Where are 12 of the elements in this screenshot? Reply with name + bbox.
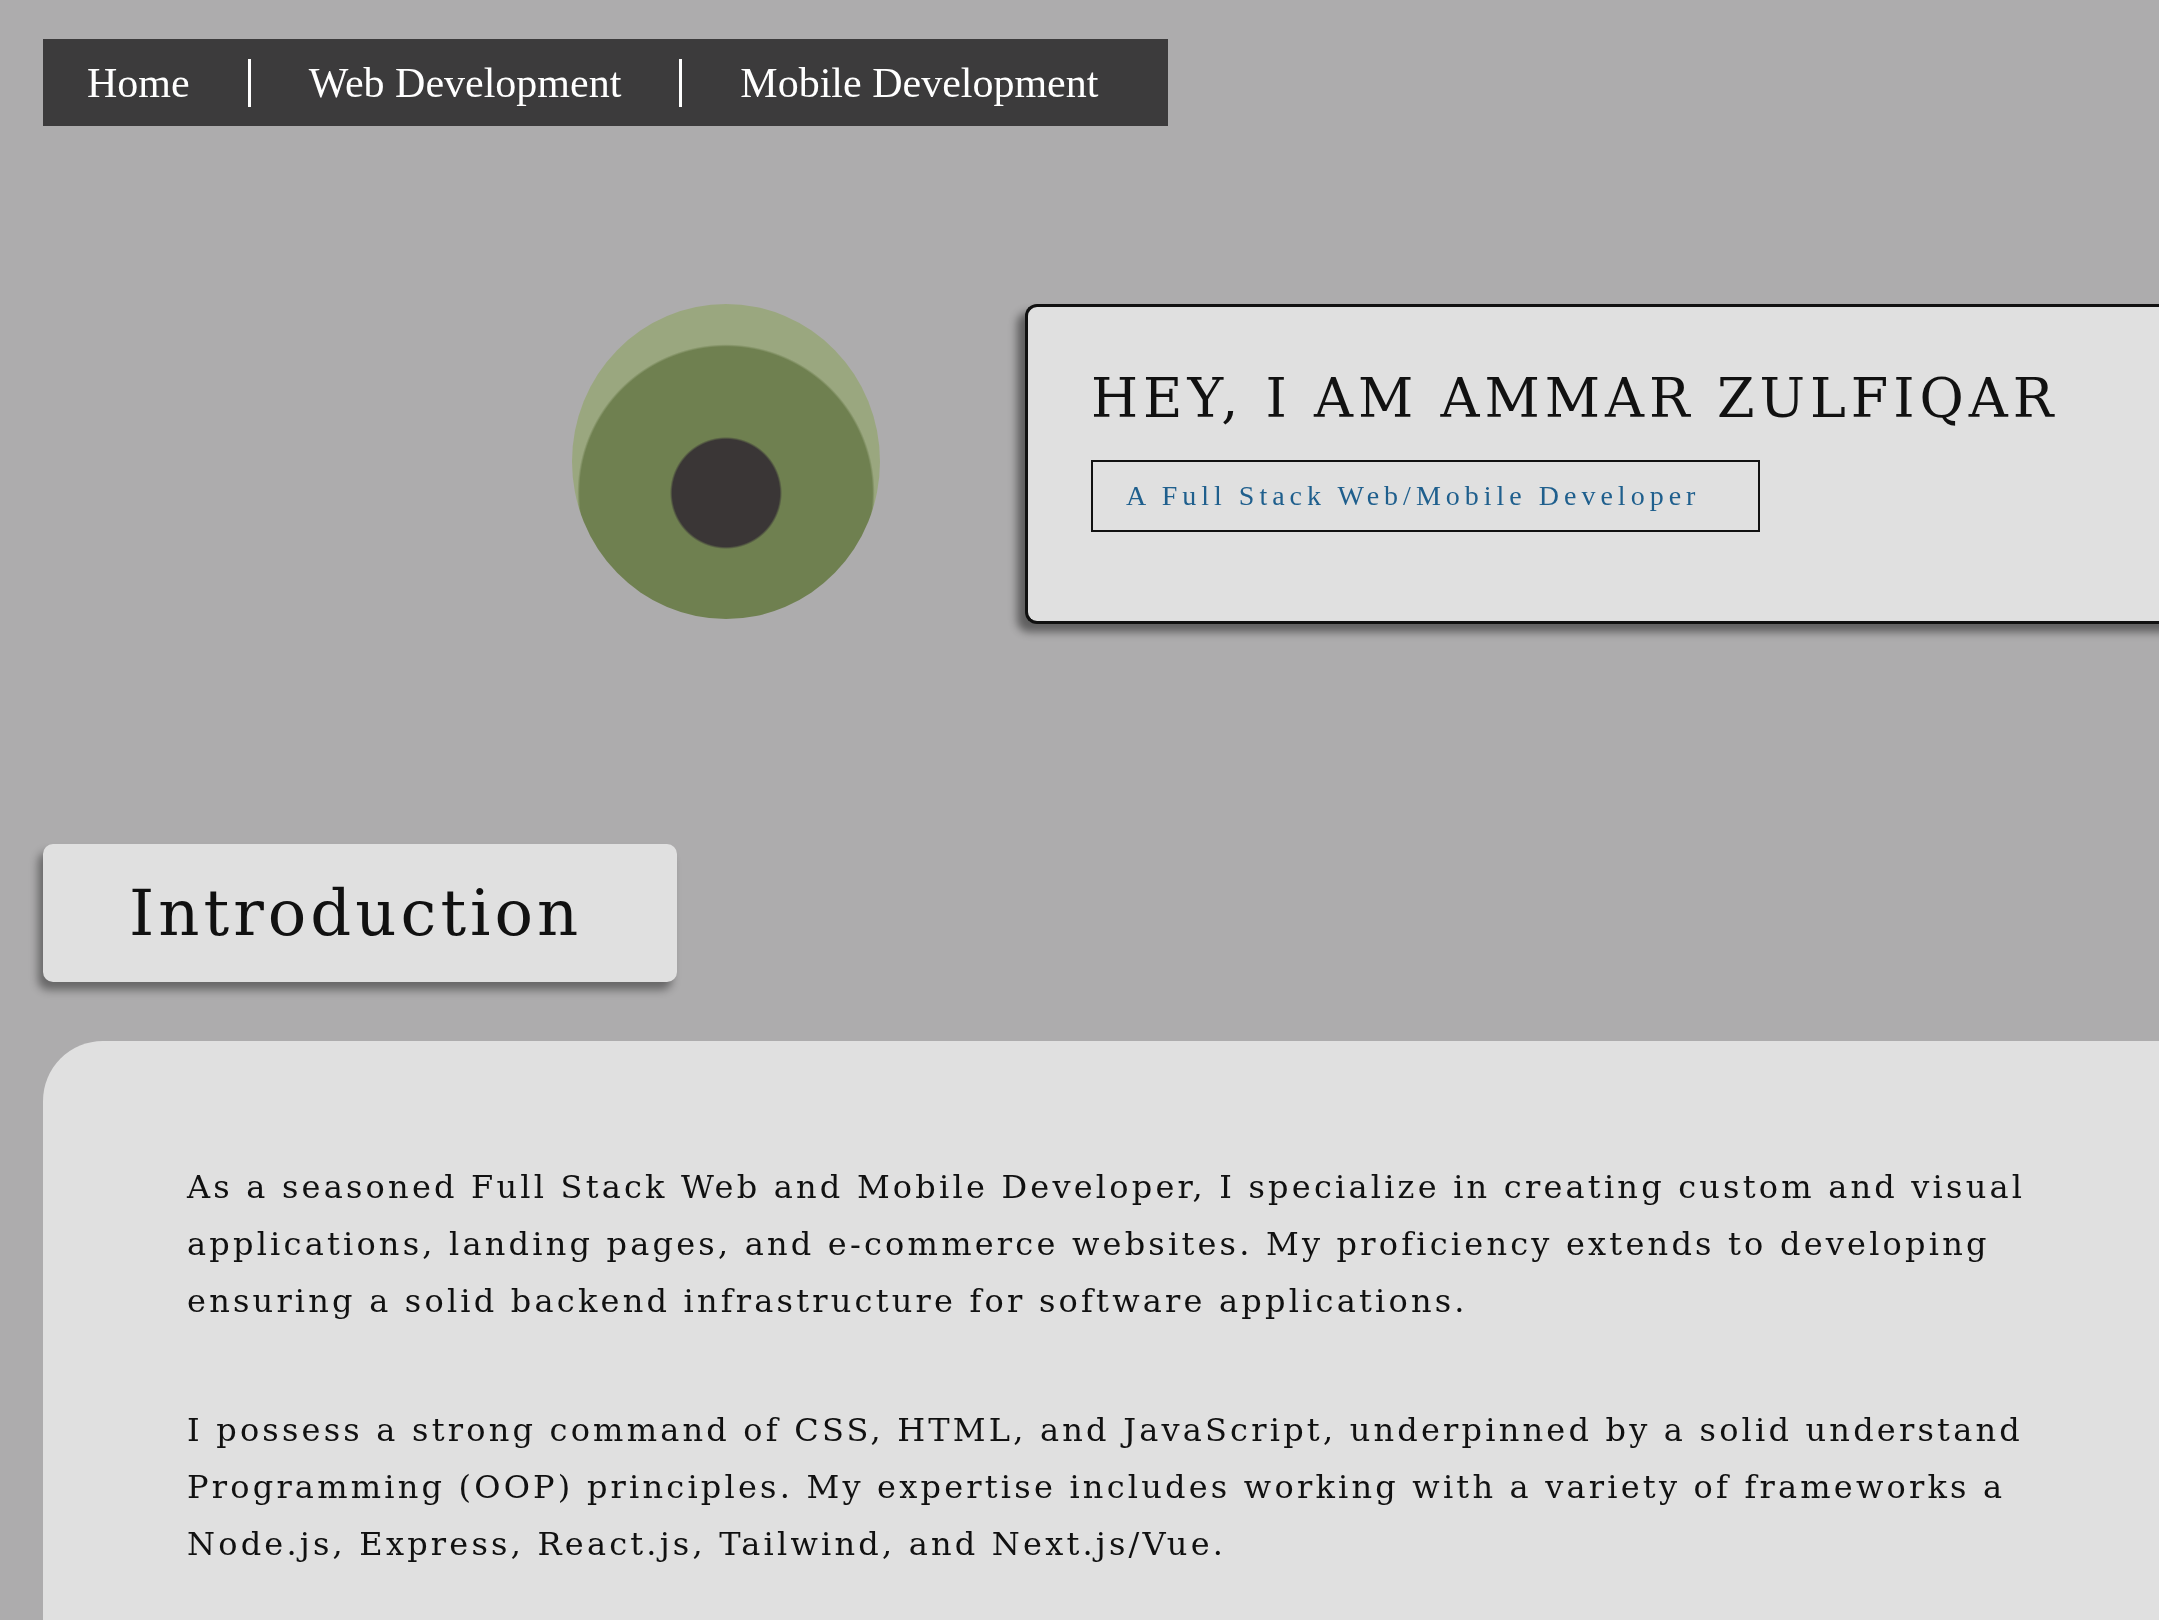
- paragraph-line: Programming (OOP) principles. My expertise includes working with a variety of frameworks a: [187, 1467, 2006, 1508]
- section-heading: Introduction: [129, 876, 583, 950]
- subtitle-tag: A Full Stack Web/Mobile Developer: [1091, 459, 1761, 532]
- paragraph-line: Node.js, Express, React.js, Tailwind, and Next.js/Vue.: [187, 1524, 1227, 1565]
- paragraph-line: applications, landing pages, and e-commerce websites. My proficiency extends to developing: [187, 1224, 1990, 1265]
- paragraph-line: I possess a strong command of CSS, HTML, and JavaScript, underpinned by a solid understand: [187, 1410, 2023, 1451]
- nav-link[interactable]: Web Development: [308, 58, 622, 107]
- nav-link[interactable]: Home: [87, 58, 190, 107]
- paragraph-line: As a seasoned Full Stack Web and Mobile Developer, I specialize in creating custom and visual: [187, 1167, 2026, 1208]
- hero-title: HEY, I AM AMMAR ZULFIQAR: [1091, 367, 2060, 432]
- nav-link[interactable]: Mobile Development: [740, 58, 1099, 107]
- paragraph-line: ensuring a solid backend infrastructure for software applications.: [187, 1281, 1468, 1322]
